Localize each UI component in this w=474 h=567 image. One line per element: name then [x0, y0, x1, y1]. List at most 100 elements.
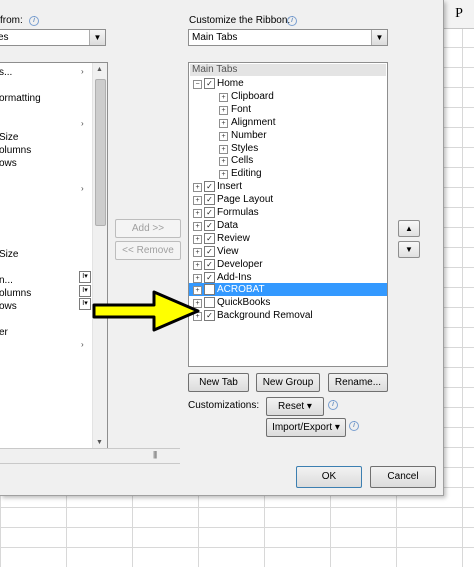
chevron-down-icon[interactable]: ▼: [371, 30, 387, 45]
tree-item[interactable]: − ✓ Home: [189, 77, 387, 90]
commands-list[interactable]: s... ormatting Size olumns ows Size n... olumns…: [0, 62, 108, 450]
expand-icon[interactable]: +: [219, 118, 228, 128]
info-icon: i: [349, 421, 359, 431]
move-down-button[interactable]: ▼: [398, 241, 420, 258]
tab-checkbox[interactable]: [204, 284, 215, 296]
expand-icon[interactable]: +: [193, 209, 202, 218]
tree-item[interactable]: + ✓ Page Layout: [189, 193, 387, 206]
tab-checkbox[interactable]: ✓: [204, 258, 215, 270]
tab-checkbox[interactable]: [204, 297, 215, 309]
tree-item-label: Cells: [231, 155, 254, 167]
expand-icon[interactable]: +: [219, 131, 228, 141]
command-list-item[interactable]: olumns: [0, 288, 31, 299]
tree-item[interactable]: + Editing: [189, 167, 387, 180]
expand-icon[interactable]: +: [193, 221, 202, 231]
expand-icon[interactable]: +: [219, 144, 228, 154]
scroll-up-icon[interactable]: ▲: [93, 63, 106, 76]
tree-item[interactable]: + Clipboard: [189, 90, 387, 103]
tab-checkbox[interactable]: ✓: [204, 78, 215, 89]
tree-item-label: Developer: [217, 258, 263, 270]
expand-icon[interactable]: +: [219, 170, 228, 180]
tree-item-label: View: [217, 245, 239, 257]
grip-icon[interactable]: |||: [153, 450, 157, 459]
customize-ribbon-label: Customize the Ribbon:: [189, 15, 291, 26]
customizations-label: Customizations:: [188, 400, 260, 411]
chevron-down-icon[interactable]: ▼: [89, 30, 105, 45]
customize-ribbon-combo[interactable]: Main Tabs ▼: [188, 29, 388, 46]
tab-checkbox[interactable]: ✓: [204, 207, 215, 218]
tree-item-label: Home: [217, 78, 244, 89]
import-export-button[interactable]: Import/Export ▾: [266, 418, 346, 437]
tree-item[interactable]: + ✓ Review: [189, 232, 387, 245]
tree-item[interactable]: + ACROBAT: [189, 283, 387, 297]
remove-button[interactable]: << Remove: [115, 241, 181, 260]
expand-icon[interactable]: +: [193, 260, 202, 270]
tab-checkbox[interactable]: ✓: [204, 310, 215, 322]
command-list-item[interactable]: ows: [0, 158, 17, 169]
tree-item[interactable]: + ✓ Add-Ins: [189, 271, 387, 284]
tree-item[interactable]: + Font: [189, 103, 387, 116]
tree-item[interactable]: + ✓ Developer: [189, 258, 387, 271]
chevron-right-icon: ›: [81, 340, 84, 349]
command-list-item[interactable]: s...: [0, 67, 12, 78]
annotation-arrow-icon: [92, 290, 200, 332]
triangle-down-icon: ▼: [405, 245, 413, 254]
customize-ribbon-value: Main Tabs: [192, 32, 238, 43]
expand-icon[interactable]: +: [193, 183, 202, 193]
tree-item-label: Formulas: [217, 207, 259, 218]
tree-item[interactable]: + QuickBooks: [189, 296, 387, 309]
tree-item[interactable]: + ✓ View: [189, 245, 387, 258]
tree-item[interactable]: + Styles: [189, 142, 387, 155]
expand-icon[interactable]: +: [193, 247, 202, 257]
expand-icon[interactable]: +: [219, 157, 228, 167]
rename-button[interactable]: Rename...: [328, 373, 388, 392]
tree-item[interactable]: + Alignment: [189, 116, 387, 129]
tree-item-label: Editing: [231, 168, 262, 180]
collapse-icon[interactable]: −: [193, 80, 202, 89]
tab-checkbox[interactable]: ✓: [204, 219, 215, 231]
choose-commands-value: es: [0, 32, 9, 43]
column-header-p[interactable]: P: [442, 0, 474, 29]
expand-icon[interactable]: +: [193, 234, 202, 244]
tree-item[interactable]: + Number: [189, 129, 387, 142]
tree-item[interactable]: + ✓ Background Removal: [189, 309, 387, 322]
command-list-item[interactable]: Size: [0, 249, 18, 260]
tree-item-label: Font: [231, 103, 252, 115]
new-tab-button[interactable]: New Tab: [188, 373, 249, 392]
tab-checkbox[interactable]: ✓: [204, 245, 215, 257]
expand-icon[interactable]: +: [193, 273, 202, 283]
tab-checkbox[interactable]: ✓: [204, 271, 215, 283]
tree-item-label: Background Removal: [217, 310, 313, 322]
tree-item[interactable]: + ✓ Insert: [189, 180, 387, 193]
tree-item[interactable]: + ✓ Formulas: [189, 206, 387, 219]
scroll-thumb[interactable]: [95, 79, 106, 226]
command-list-item[interactable]: ormatting: [0, 93, 41, 104]
expand-icon[interactable]: +: [193, 196, 202, 206]
tree-item-label: Number: [231, 129, 267, 141]
tree-item[interactable]: + Cells: [189, 154, 387, 167]
tab-checkbox[interactable]: ✓: [204, 232, 215, 244]
command-list-item[interactable]: olumns: [0, 145, 31, 156]
command-list-item[interactable]: Size: [0, 132, 18, 143]
tree-item-label: Insert: [217, 181, 243, 193]
text-box-icon: I▾: [79, 298, 91, 310]
command-list-item[interactable]: n...: [0, 275, 13, 286]
tab-checkbox[interactable]: ✓: [204, 194, 215, 206]
tree-item[interactable]: + ✓ Data: [189, 219, 387, 232]
choose-commands-combo[interactable]: es ▼: [0, 29, 106, 46]
ribbon-tabs-tree[interactable]: Main Tabs − ✓ Home + Clipboard + Font + Alignmen…: [188, 62, 388, 367]
command-list-item[interactable]: er: [0, 327, 8, 338]
expand-icon[interactable]: +: [219, 92, 228, 102]
cancel-button[interactable]: Cancel: [370, 466, 436, 488]
tree-item-label: Data: [217, 219, 239, 231]
ok-button[interactable]: OK: [296, 466, 362, 488]
move-up-button[interactable]: ▲: [398, 220, 420, 237]
tab-checkbox[interactable]: ✓: [204, 181, 215, 193]
command-list-item[interactable]: ows: [0, 301, 17, 312]
expand-icon[interactable]: +: [219, 105, 228, 115]
reset-button[interactable]: Reset ▾: [266, 397, 324, 416]
new-group-button[interactable]: New Group: [256, 373, 320, 392]
commands-list-scrollbar[interactable]: ▲ ▼: [92, 63, 107, 449]
add-button[interactable]: Add >>: [115, 219, 181, 238]
horizontal-scrollbar[interactable]: |||: [0, 448, 180, 464]
